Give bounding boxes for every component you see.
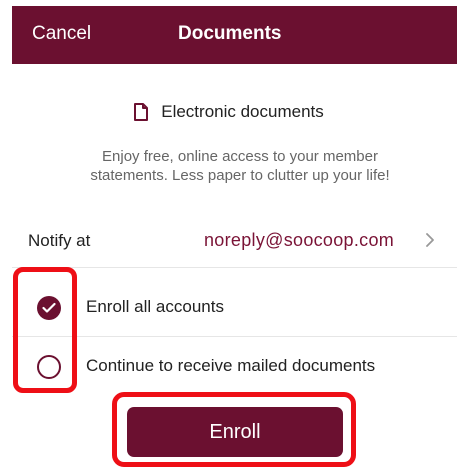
option-label: Continue to receive mailed documents [86, 356, 376, 375]
cancel-button[interactable]: Cancel [32, 23, 91, 45]
section-header: Electronic documents [0, 100, 457, 124]
notify-email: noreply@soocoop.com [204, 230, 395, 250]
highlight-box-radios [13, 267, 77, 393]
notify-label: Notify at [28, 231, 91, 250]
notify-row[interactable]: Notify at noreply@soocoop.com [12, 213, 457, 268]
option-label: Enroll all accounts [86, 297, 224, 316]
navigation-bar: Cancel Documents [12, 6, 457, 64]
description-line-1: Enjoy free, online access to your member [102, 148, 378, 165]
section-description: Enjoy free, online access to your member… [30, 147, 450, 185]
document-icon [133, 103, 149, 121]
option-mailed-documents[interactable]: Continue to receive mailed documents [12, 338, 457, 396]
page-title: Documents [178, 23, 282, 44]
description-line-2: statements. Less paper to clutter up you… [90, 167, 390, 184]
section-title: Electronic documents [161, 102, 324, 121]
chevron-right-icon [425, 233, 435, 247]
option-enroll-all[interactable]: Enroll all accounts [12, 279, 457, 337]
enroll-button[interactable]: Enroll [127, 407, 343, 457]
